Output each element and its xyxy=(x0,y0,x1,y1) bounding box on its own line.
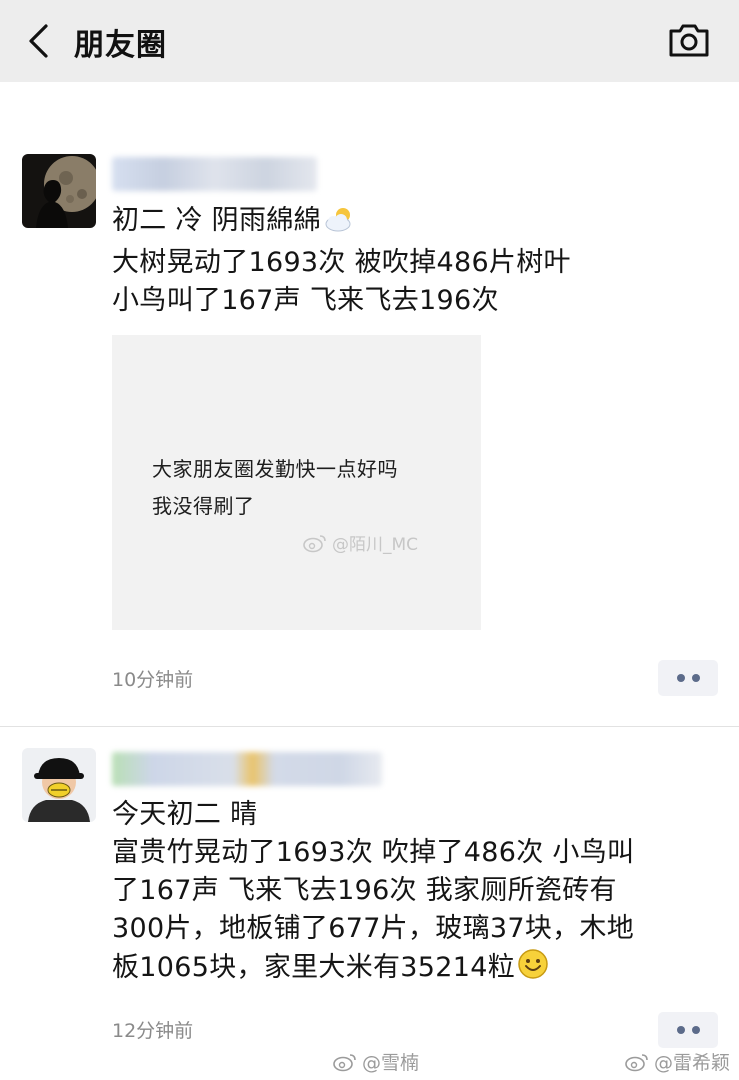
weibo-watermark: @雪楠 xyxy=(332,1048,419,1075)
post-line: 今天初二 晴 xyxy=(112,799,258,830)
weibo-icon xyxy=(625,1053,648,1071)
image-watermark: @陌川_MC xyxy=(302,530,418,555)
camera-icon xyxy=(669,24,709,57)
weibo-icon xyxy=(303,534,326,552)
camera-button[interactable] xyxy=(667,20,711,60)
username-blurred[interactable] xyxy=(112,157,317,191)
dot-icon xyxy=(691,674,700,682)
chevron-left-icon xyxy=(29,24,48,58)
top-bar: 朋友圈 xyxy=(0,0,739,82)
weibo-watermark: @雷希颖 xyxy=(624,1048,730,1075)
dot-icon xyxy=(676,1026,685,1034)
avatar[interactable] xyxy=(22,154,96,228)
more-actions-button[interactable] xyxy=(658,1012,718,1048)
moment-post: 今天初二 晴 富贵竹晃动了1693次 吹掉了486次 小鸟叫 了167声 飞来飞… xyxy=(0,726,739,1080)
cloud-sun-emoji xyxy=(323,205,357,244)
post-timestamp: 10分钟前 xyxy=(112,669,194,691)
image-text-line: 我没得刷了 xyxy=(152,494,255,518)
weibo-icon xyxy=(333,1053,356,1071)
more-actions-button[interactable] xyxy=(658,660,718,696)
dot-icon xyxy=(691,1026,700,1034)
username-blurred[interactable] xyxy=(112,752,382,786)
back-button[interactable] xyxy=(22,22,54,60)
avatar[interactable] xyxy=(22,748,96,822)
post-line: 大树晃动了1693次 被吹掉486片树叶 xyxy=(112,247,571,278)
post-text: 今天初二 晴 富贵竹晃动了1693次 吹掉了486次 小鸟叫 了167声 飞来飞… xyxy=(112,796,634,991)
post-line: 了167声 飞来飞去196次 我家厕所瓷砖有 xyxy=(112,875,617,906)
post-timestamp: 12分钟前 xyxy=(112,1020,194,1042)
smile-emoji xyxy=(517,948,549,991)
post-line: 300片，地板铺了677片，玻璃37块，木地 xyxy=(112,913,635,944)
dot-icon xyxy=(676,674,685,682)
post-line: 小鸟叫了167声 飞来飞去196次 xyxy=(112,285,499,316)
post-text: 初二 冷 阴雨綿綿 大树晃动了1693次 被吹掉486片树叶 小鸟叫了167声 … xyxy=(112,202,571,320)
post-line: 初二 冷 阴雨綿綿 xyxy=(112,205,321,236)
post-image[interactable]: 大家朋友圈发勤快一点好吗 我没得刷了 @陌川_MC xyxy=(112,335,481,630)
page-title: 朋友圈 xyxy=(74,28,167,63)
moment-post: 初二 冷 阴雨綿綿 大树晃动了1693次 被吹掉486片树叶 小鸟叫了167声 … xyxy=(0,82,739,726)
image-text-line: 大家朋友圈发勤快一点好吗 xyxy=(152,457,398,481)
post-line: 板1065块，家里大米有35214粒 xyxy=(112,952,516,983)
post-line: 富贵竹晃动了1693次 吹掉了486次 小鸟叫 xyxy=(112,837,635,868)
